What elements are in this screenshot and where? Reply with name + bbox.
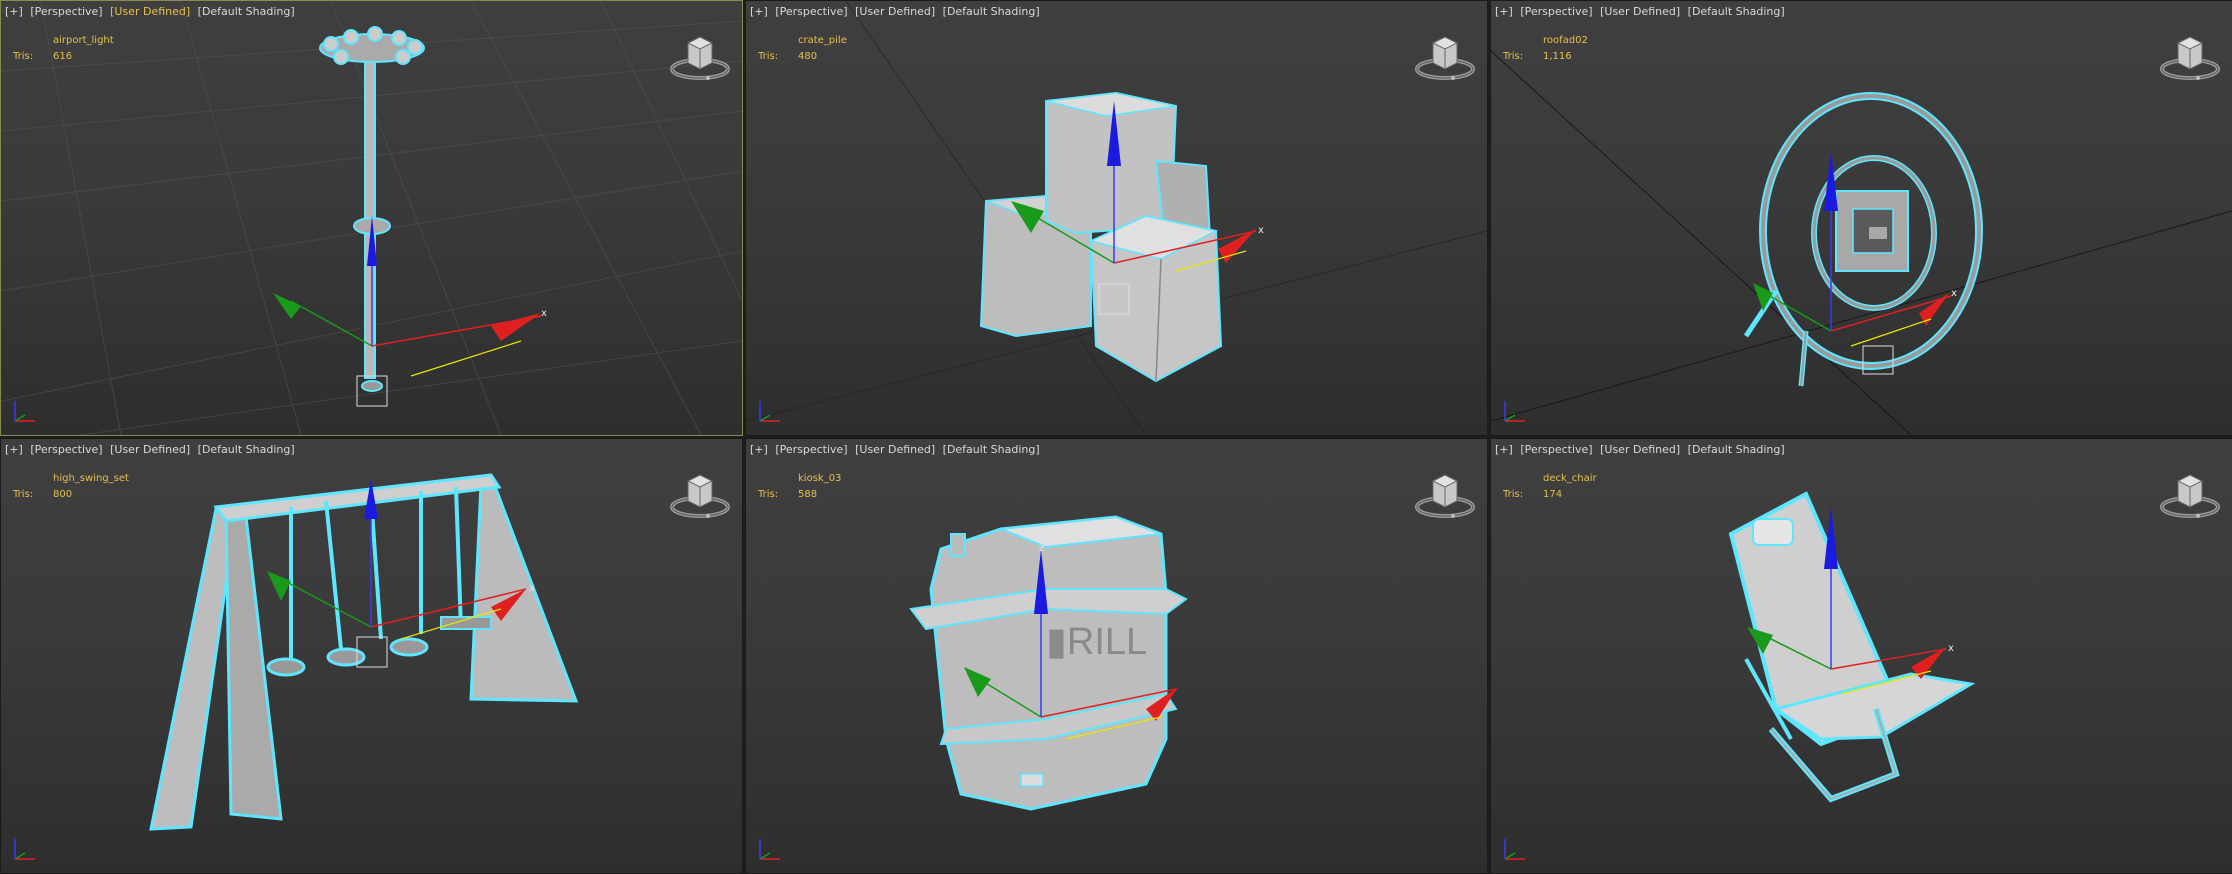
tris-label: Tris: <box>1503 489 1524 500</box>
scene-kiosk-03[interactable]: ▮RILL z <box>746 439 1487 873</box>
viewport-menu-button[interactable]: [+] <box>750 5 768 18</box>
world-axis-icon <box>9 395 41 427</box>
deck-chair-mesh[interactable] <box>1728 491 1976 803</box>
axis-label-x: x <box>529 583 535 594</box>
world-axis-icon <box>754 395 786 427</box>
viewport-menu-button[interactable]: [+] <box>750 443 768 456</box>
user-defined-label[interactable]: [User Defined] <box>110 443 190 456</box>
world-axis-icon <box>1499 833 1531 865</box>
grill-sign-text: ▮RILL <box>1046 621 1147 663</box>
tris-value: 1,116 <box>1543 51 1572 62</box>
viewcube-icon[interactable] <box>2158 29 2222 85</box>
view-label[interactable]: [Perspective] <box>1520 5 1592 18</box>
transform-gizmo-icon[interactable] <box>273 216 542 407</box>
world-axis-icon <box>1499 395 1531 427</box>
object-name: crate_pile <box>798 35 847 46</box>
user-defined-label[interactable]: [User Defined] <box>855 443 935 456</box>
viewcube-icon[interactable] <box>1413 29 1477 85</box>
axis-label-x: x <box>1951 288 1957 299</box>
viewport-header: [+] [Perspective] [User Defined] [Defaul… <box>750 443 1040 456</box>
axis-label-x: x <box>1258 225 1264 236</box>
view-label[interactable]: [Perspective] <box>775 5 847 18</box>
world-axis-icon <box>754 833 786 865</box>
tris-label: Tris: <box>13 489 34 500</box>
object-name: high_swing_set <box>53 473 129 484</box>
viewcube-icon[interactable] <box>668 467 732 523</box>
tris-value: 800 <box>53 489 73 500</box>
scene-deck-chair[interactable]: x <box>1491 439 2232 873</box>
axis-label-x: x <box>541 308 547 319</box>
axis-label-z: z <box>1039 543 1044 554</box>
viewport-menu-button[interactable]: [+] <box>1495 5 1513 18</box>
viewport-menu-button[interactable]: [+] <box>5 443 23 456</box>
viewport-top-left[interactable]: x [+] [Perspective] [User Defined] [Defa… <box>0 0 743 436</box>
shading-label[interactable]: [Default Shading] <box>1688 5 1785 18</box>
object-name: airport_light <box>53 35 114 46</box>
tris-label: Tris: <box>1503 51 1524 62</box>
viewport-header: [+] [Perspective] [User Defined] [Defaul… <box>5 443 295 456</box>
shading-label[interactable]: [Default Shading] <box>198 5 295 18</box>
viewport-menu-button[interactable]: [+] <box>1495 443 1513 456</box>
shading-label[interactable]: [Default Shading] <box>943 5 1040 18</box>
tris-value: 480 <box>798 51 818 62</box>
shading-label[interactable]: [Default Shading] <box>1688 443 1785 456</box>
view-label[interactable]: [Perspective] <box>30 443 102 456</box>
tris-value: 174 <box>1543 489 1563 500</box>
object-name: kiosk_03 <box>798 473 842 484</box>
crate-pile-mesh[interactable] <box>979 91 1223 383</box>
object-name: roofad02 <box>1543 35 1588 46</box>
swing-set-mesh[interactable] <box>149 473 579 831</box>
viewport-header: [+] [Perspective] [User Defined] [Defaul… <box>5 5 295 18</box>
tris-label: Tris: <box>758 51 779 62</box>
viewport-grid: x [+] [Perspective] [User Defined] [Defa… <box>0 0 2232 874</box>
user-defined-label[interactable]: [User Defined] <box>110 5 190 18</box>
shading-label[interactable]: [Default Shading] <box>198 443 295 456</box>
view-label[interactable]: [Perspective] <box>1520 443 1592 456</box>
viewcube-icon[interactable] <box>668 29 732 85</box>
viewport-header: [+] [Perspective] [User Defined] [Defaul… <box>750 5 1040 18</box>
viewcube-icon[interactable] <box>2158 467 2222 523</box>
viewport-header: [+] [Perspective] [User Defined] [Defaul… <box>1495 443 1785 456</box>
tris-value: 616 <box>53 51 73 62</box>
scene-crate-pile[interactable]: x <box>746 1 1487 435</box>
viewport-bottom-middle[interactable]: ▮RILL z [+] [Perspective] [User Defined]… <box>745 438 1488 874</box>
user-defined-label[interactable]: [User Defined] <box>1600 443 1680 456</box>
scene-roofad02[interactable]: x <box>1491 1 2232 435</box>
tris-value: 588 <box>798 489 818 500</box>
viewport-header: [+] [Perspective] [User Defined] [Defaul… <box>1495 5 1785 18</box>
user-defined-label[interactable]: [User Defined] <box>1600 5 1680 18</box>
user-defined-label[interactable]: [User Defined] <box>855 5 935 18</box>
world-axis-icon <box>9 833 41 865</box>
view-label[interactable]: [Perspective] <box>775 443 847 456</box>
scene-airport-light[interactable]: x <box>1 1 742 435</box>
shading-label[interactable]: [Default Shading] <box>943 443 1040 456</box>
object-name: deck_chair <box>1543 473 1597 484</box>
viewport-bottom-right[interactable]: x [+] [Perspective] [User Defined] [Defa… <box>1490 438 2232 874</box>
viewcube-icon[interactable] <box>1413 467 1477 523</box>
kiosk-mesh[interactable]: ▮RILL <box>909 515 1188 811</box>
tris-label: Tris: <box>13 51 34 62</box>
viewport-top-middle[interactable]: x [+] [Perspective] [User Defined] [Defa… <box>745 0 1488 436</box>
viewport-bottom-left[interactable]: x [+] [Perspective] [User Defined] [Defa… <box>0 438 743 874</box>
viewport-menu-button[interactable]: [+] <box>5 5 23 18</box>
tris-label: Tris: <box>758 489 779 500</box>
view-label[interactable]: [Perspective] <box>30 5 102 18</box>
scene-high-swing-set[interactable]: x <box>1 439 742 873</box>
axis-label-x: x <box>1948 643 1954 654</box>
viewport-top-right[interactable]: x [+] [Perspective] [User Defined] [Defa… <box>1490 0 2232 436</box>
